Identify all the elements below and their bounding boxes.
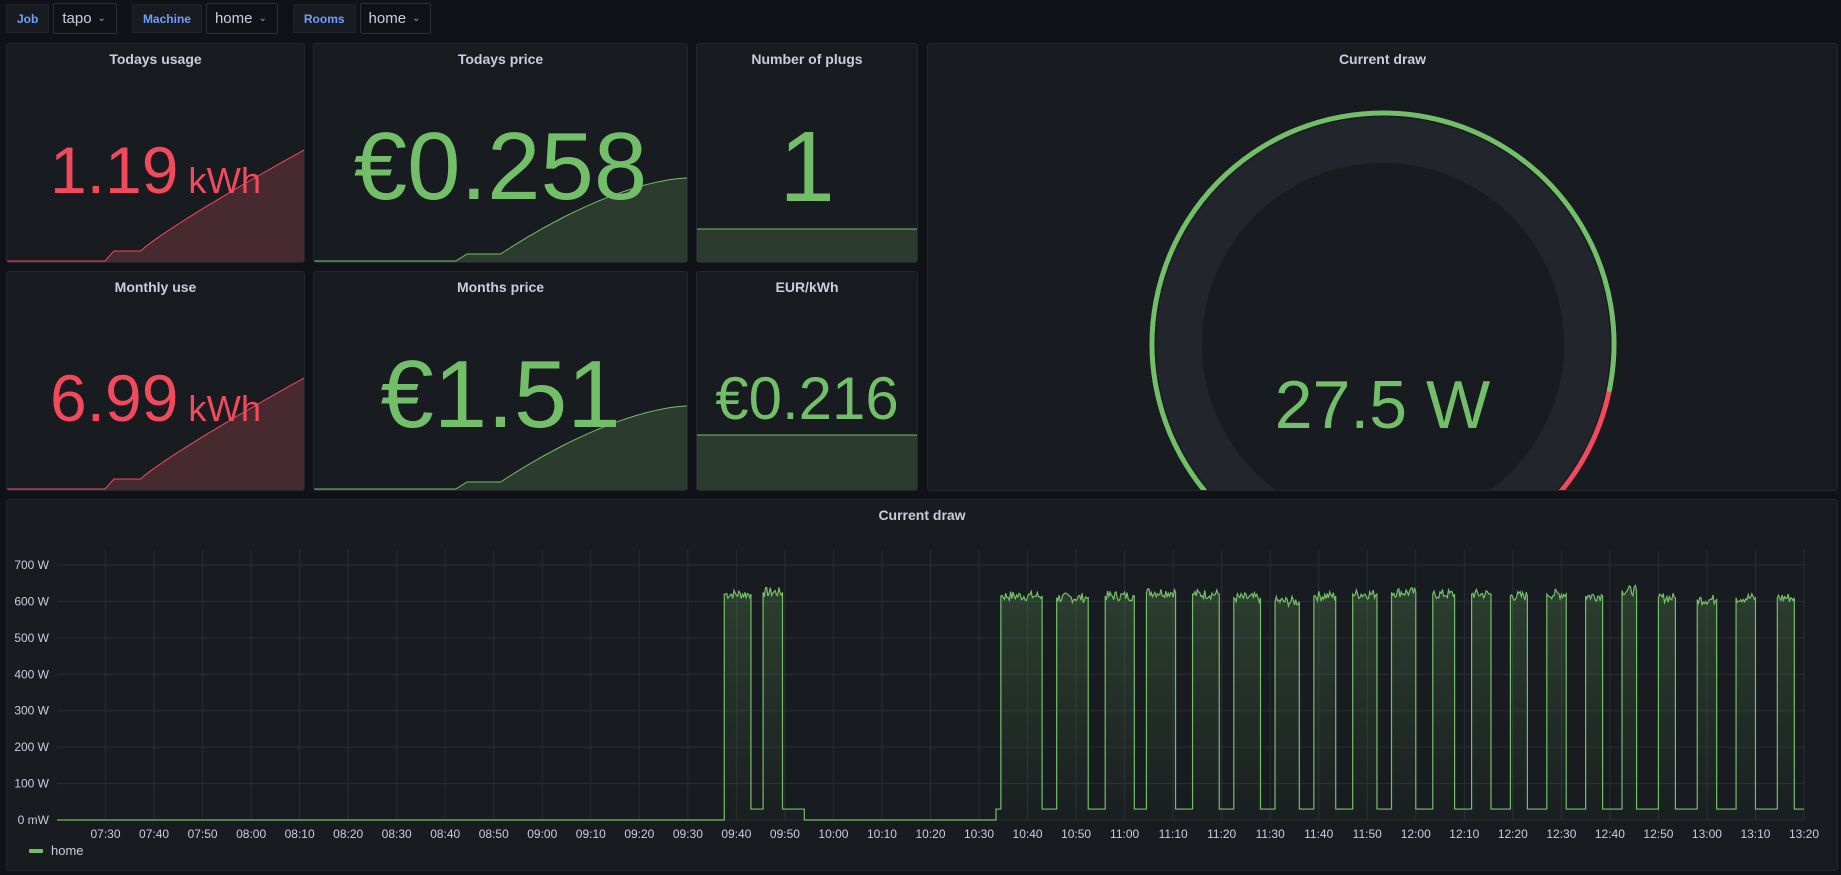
x-tick-label: 08:00 [236, 827, 266, 841]
x-tick-label: 09:40 [721, 827, 751, 841]
panel-monthly-use[interactable]: Monthly use 6.99 kWh [6, 271, 305, 491]
y-tick-label: 600 W [14, 594, 49, 608]
x-tick-label: 13:10 [1740, 827, 1770, 841]
x-tick-label: 12:30 [1546, 827, 1576, 841]
legend-swatch [29, 848, 43, 853]
variable-label-rooms: Rooms [292, 4, 356, 33]
y-tick-label: 100 W [14, 777, 49, 791]
panel-eur-kwh[interactable]: EUR/kWh €0.216 [696, 271, 918, 491]
panel-title: Todays price [457, 51, 544, 67]
x-tick-label: 11:00 [1110, 827, 1139, 841]
timeseries-chart: 0 mW 100 W 200 W 300 W 400 W 500 W 600 W 700 W 0… [14, 550, 1819, 841]
stat-unit: kWh [188, 160, 262, 201]
stat-number: 6.99 [49, 361, 179, 435]
panel-title: EUR/kWh [775, 279, 839, 295]
stat-number: 1.19 [49, 133, 179, 207]
y-tick-label: 300 W [14, 704, 49, 718]
x-tick-label: 07:40 [139, 827, 169, 841]
y-tick-label: 700 W [14, 558, 49, 572]
stat-value-months-price: €1.51 [380, 341, 621, 448]
panel-title: Monthly use [114, 279, 197, 295]
x-tick-label: 13:00 [1692, 827, 1722, 841]
gauge-value-text: 27.5 W [1274, 367, 1491, 443]
x-tick-label: 09:30 [673, 827, 703, 841]
y-tick-label: 200 W [14, 740, 49, 754]
stat-value-todays-usage: 1.19 kWh [7, 132, 304, 208]
x-tick-label: 08:20 [333, 827, 363, 841]
stat-value-eur-kwh: €0.216 [715, 365, 899, 432]
y-tick-label: 500 W [14, 631, 49, 645]
sparkline-area [697, 435, 917, 490]
x-tick-label: 07:50 [188, 827, 218, 841]
variable-bar: Job tapo ⌄ Machine home ⌄ Rooms home ⌄ [6, 3, 446, 34]
x-tick-label: 12:00 [1401, 827, 1431, 841]
variable-rooms: Rooms home ⌄ [292, 3, 432, 34]
stat-value-monthly-use: 6.99 kWh [7, 360, 304, 436]
stat-value-todays-price: €0.258 [353, 113, 648, 220]
x-tick-label: 12:40 [1595, 827, 1625, 841]
x-tick-label: 12:50 [1643, 827, 1673, 841]
x-tick-label: 07:30 [91, 827, 121, 841]
panel-todays-usage[interactable]: Todays usage 1.19 kWh [6, 43, 305, 263]
x-tick-label: 10:00 [818, 827, 848, 841]
chevron-down-icon: ⌄ [412, 13, 421, 24]
x-tick-label: 10:40 [1013, 827, 1043, 841]
panel-title: Todays usage [109, 51, 202, 67]
x-tick-label: 10:20 [915, 827, 945, 841]
variable-label-machine: Machine [131, 4, 202, 33]
panel-todays-price[interactable]: Todays price €0.258 [313, 43, 688, 263]
x-tick-label: 10:30 [964, 827, 994, 841]
chevron-down-icon: ⌄ [258, 13, 267, 24]
x-tick-label: 10:10 [867, 827, 897, 841]
x-tick-label: 12:10 [1449, 827, 1479, 841]
x-tick-label: 08:40 [430, 827, 460, 841]
panel-months-price[interactable]: Months price €1.51 [313, 271, 688, 491]
x-tick-label: 09:10 [576, 827, 606, 841]
variable-machine: Machine home ⌄ [131, 3, 278, 34]
variable-value-job: tapo [62, 10, 92, 27]
variable-select-machine[interactable]: home ⌄ [205, 3, 278, 34]
legend-label: home [51, 843, 84, 858]
variable-value-rooms: home [368, 10, 407, 27]
variable-value-machine: home [214, 10, 253, 27]
x-tick-label: 11:10 [1159, 827, 1188, 841]
chevron-down-icon: ⌄ [97, 13, 106, 24]
stat-unit: kWh [188, 388, 262, 429]
x-tick-label: 13:20 [1789, 827, 1819, 841]
x-tick-label: 12:20 [1498, 827, 1528, 841]
y-tick-label: 0 mW [18, 813, 50, 827]
x-tick-label: 09:00 [527, 827, 557, 841]
x-tick-label: 10:50 [1061, 827, 1091, 841]
x-tick-label: 08:50 [479, 827, 509, 841]
x-tick-label: 11:20 [1207, 827, 1236, 841]
x-tick-label: 08:30 [382, 827, 412, 841]
y-tick-label: 400 W [14, 667, 49, 681]
stat-value-number-of-plugs: 1 [779, 111, 835, 223]
variable-job: Job tapo ⌄ [6, 3, 117, 34]
sparkline-area [697, 229, 917, 262]
panel-current-draw-gauge[interactable]: Current draw 27.5 W [927, 43, 1838, 491]
variable-select-job[interactable]: tapo ⌄ [53, 3, 117, 34]
x-tick-label: 09:20 [624, 827, 654, 841]
panel-title: Number of plugs [751, 51, 863, 67]
variable-label-job: Job [6, 4, 50, 33]
x-tick-label: 11:30 [1256, 827, 1285, 841]
panel-number-of-plugs[interactable]: Number of plugs 1 [696, 43, 918, 263]
legend-item-home[interactable]: home [29, 843, 84, 858]
variable-select-rooms[interactable]: home ⌄ [359, 3, 432, 34]
x-tick-label: 08:10 [285, 827, 315, 841]
x-tick-label: 09:50 [770, 827, 800, 841]
panel-title: Months price [456, 279, 545, 295]
x-tick-label: 11:50 [1353, 827, 1382, 841]
x-tick-label: 11:40 [1304, 827, 1333, 841]
panel-current-draw-timeseries[interactable]: Current draw 0 mW 100 W 200 W 300 W 400 W 500… [6, 499, 1838, 871]
